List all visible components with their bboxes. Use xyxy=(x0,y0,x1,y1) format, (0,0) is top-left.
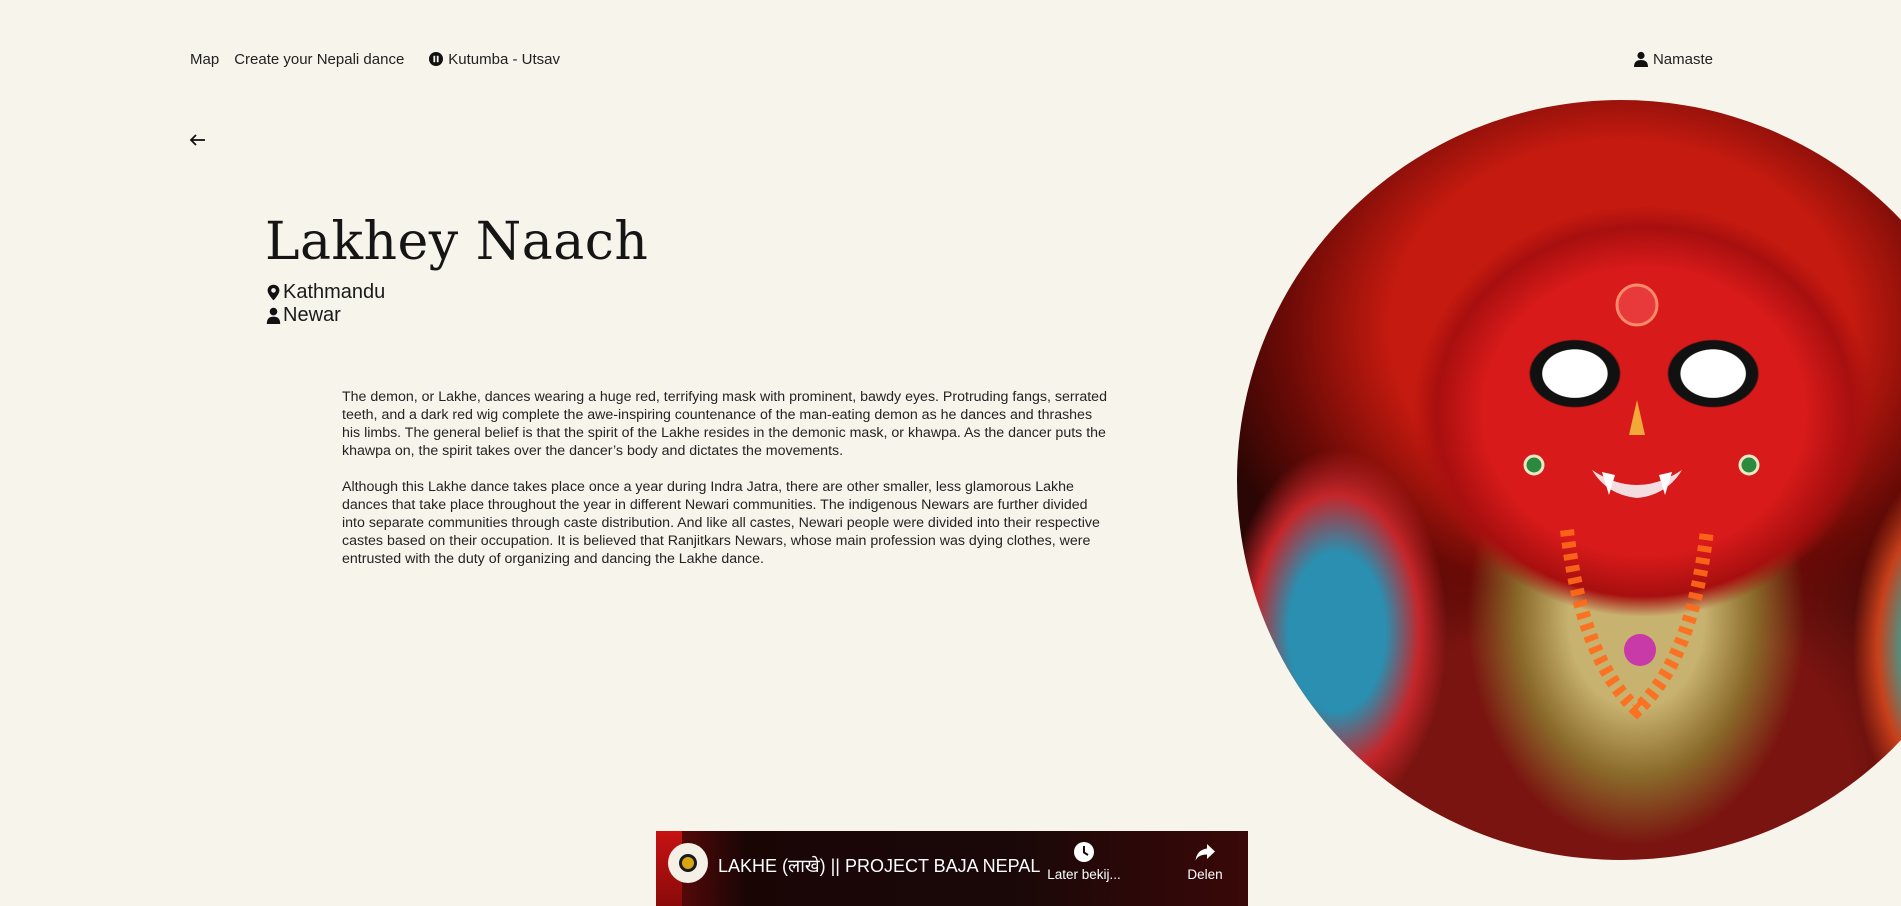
share-button[interactable]: Delen xyxy=(1170,841,1240,882)
description-paragraph: The demon, or Lakhe, dances wearing a hu… xyxy=(342,389,1107,459)
dance-description: The demon, or Lakhe, dances wearing a hu… xyxy=(342,388,1108,586)
channel-logo-icon xyxy=(679,854,697,872)
user-icon xyxy=(1633,51,1648,67)
dance-group: Newar xyxy=(266,304,341,327)
dance-location-label: Kathmandu xyxy=(283,281,386,303)
video-title[interactable]: LAKHE (लाखे) || PROJECT BAJA NEPAL xyxy=(718,854,1040,878)
lakhe-mask-illustration xyxy=(1523,283,1760,720)
dance-title: Lakhey Naach xyxy=(265,212,649,272)
nav-map-link[interactable]: Map xyxy=(190,51,219,68)
page: Map Create your Nepali dance Kutumba - U… xyxy=(0,0,1901,906)
description-paragraph: Although this Lakhe dance takes place on… xyxy=(342,479,1100,567)
top-nav: Map Create your Nepali dance Kutumba - U… xyxy=(190,48,1713,70)
lakhe-dancer-photo xyxy=(1237,100,1901,860)
now-playing-label: Kutumba - Utsav xyxy=(448,50,561,68)
back-arrow-icon[interactable] xyxy=(188,130,208,150)
user-menu[interactable]: Namaste xyxy=(1633,51,1713,68)
music-player-toggle[interactable]: Kutumba - Utsav xyxy=(429,51,560,68)
clock-icon xyxy=(1074,842,1094,862)
youtube-embed[interactable]: LAKHE (लाखे) || PROJECT BAJA NEPAL Later… xyxy=(656,831,1248,906)
watch-later-label: Later bekij... xyxy=(1047,867,1121,882)
share-label: Delen xyxy=(1187,867,1223,882)
channel-avatar[interactable] xyxy=(668,843,708,883)
pause-circle-icon xyxy=(429,52,444,66)
dance-location: Kathmandu xyxy=(266,281,385,304)
share-arrow-icon xyxy=(1195,844,1215,861)
dance-group-label: Newar xyxy=(283,304,341,326)
person-icon xyxy=(266,307,281,324)
watch-later-button[interactable]: Later bekij... xyxy=(1042,841,1126,882)
nav-create-dance-link[interactable]: Create your Nepali dance xyxy=(234,51,404,68)
user-greeting: Namaste xyxy=(1652,50,1713,68)
map-pin-icon xyxy=(267,284,280,301)
